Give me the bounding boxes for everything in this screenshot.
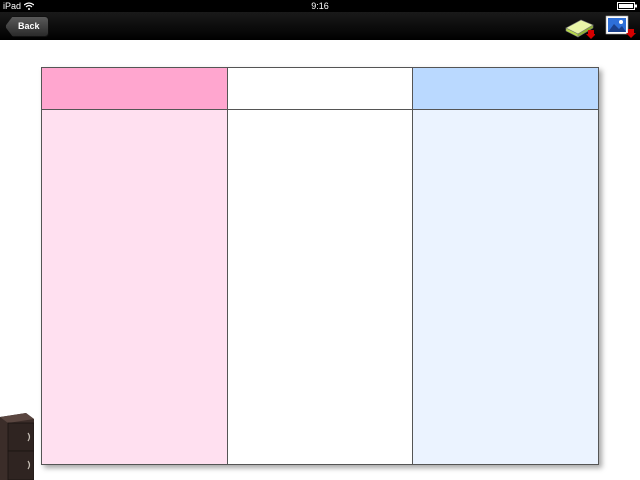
toolbar: Back: [0, 12, 640, 40]
column-right: [413, 68, 599, 464]
column-left: [42, 68, 228, 464]
eraser-clear-icon[interactable]: [563, 14, 595, 40]
column-body-right[interactable]: [413, 110, 599, 464]
column-middle: [227, 68, 414, 464]
column-body-left[interactable]: [42, 110, 227, 464]
cabinet-drawer-icon[interactable]: [0, 413, 34, 480]
column-header-middle[interactable]: [227, 68, 413, 110]
column-header-left[interactable]: [42, 68, 227, 110]
status-bar: iPad 9:16: [0, 0, 640, 12]
three-column-board: [41, 67, 599, 465]
battery-icon: [617, 2, 637, 10]
save-image-icon[interactable]: [604, 14, 636, 40]
column-header-right[interactable]: [413, 68, 599, 110]
column-body-middle[interactable]: [227, 110, 413, 464]
clock: 9:16: [311, 1, 329, 11]
back-button[interactable]: Back: [5, 16, 49, 37]
